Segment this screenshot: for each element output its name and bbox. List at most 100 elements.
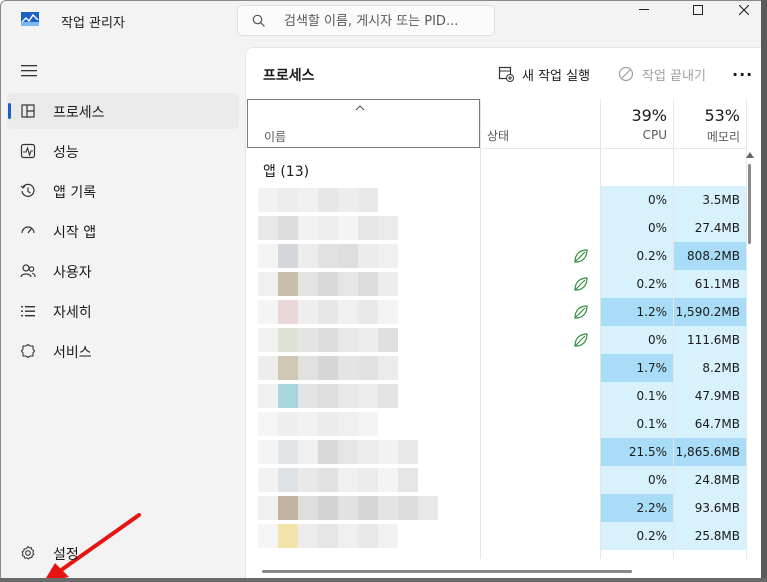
sidebar-item-users[interactable]: 사용자 [7,253,239,289]
more-options-icon: ··· [732,64,754,84]
cpu-cell: 0% [601,214,673,242]
redacted-process-name [258,496,438,520]
cpu-cell: 0% [601,466,673,494]
sidebar-item-startup[interactable]: 시작 앱 [7,213,239,249]
redacted-process-name [258,468,418,492]
redacted-process-name [258,356,398,380]
run-new-task-button[interactable]: 새 작업 실행 [498,62,590,86]
redacted-process-name [258,216,398,240]
sidebar-item-details[interactable]: 자세히 [7,293,239,329]
sidebar-item-settings[interactable]: 설정 [7,535,239,571]
app-history-icon [20,183,35,197]
sidebar-item-label: 시작 앱 [53,225,97,241]
vertical-scroll-thumb[interactable] [748,164,751,244]
table-row[interactable]: 0.2% 25.8MB [246,522,746,550]
hamburger-menu-icon[interactable] [21,65,37,77]
more-options-button[interactable]: ··· [732,62,753,86]
task-manager-app-icon [21,12,39,26]
column-divider [746,99,747,559]
sort-ascending-icon [355,105,365,111]
table-row[interactable]: 0% 3.5MB [246,186,746,214]
table-row[interactable]: 0.1% 64.7MB [246,410,746,438]
redacted-process-name [258,300,398,324]
efficiency-mode-leaf-icon [574,249,588,263]
table-row[interactable]: 1.7% 8.2MB [246,354,746,382]
column-header-cpu[interactable]: CPU [601,128,667,142]
cpu-cell: 0% [601,186,673,214]
settings-gear-icon [21,545,35,560]
memory-cell: 3.5MB [674,186,746,214]
column-name-label: 이름 [264,130,287,144]
cpu-cell: 0.1% [601,382,673,410]
table-row[interactable]: 0% 111.6MB [246,326,746,354]
vertical-scrollbar[interactable] [746,152,754,252]
horizontal-scrollbar[interactable] [262,570,632,573]
memory-cell: 93.6MB [674,494,746,522]
table-row[interactable]: 0.2% 61.1MB [246,270,746,298]
cpu-cell: 1.2% [601,298,673,326]
column-header-memory[interactable]: 메모리 [674,128,740,145]
efficiency-mode-leaf-icon [574,305,588,319]
table-row[interactable]: 1.2% 1,590.2MB [246,298,746,326]
table-row[interactable]: 0% 27.4MB [246,214,746,242]
memory-cell: 47.9MB [674,382,746,410]
memory-cell: 24.8MB [674,466,746,494]
search-input[interactable] [284,11,484,31]
table-row[interactable]: 2.2% 93.6MB [246,494,746,522]
processes-icon [21,104,35,118]
redacted-process-name [258,188,378,212]
efficiency-mode-leaf-icon [574,277,588,291]
redacted-process-name [258,244,398,268]
sidebar-item-label: 설정 [53,547,79,563]
memory-cell: 64.7MB [674,410,746,438]
memory-total-percent: 53% [704,106,740,125]
minimize-button[interactable] [621,1,667,19]
maximize-icon [693,5,703,15]
redacted-process-name [258,384,398,408]
column-header-name[interactable]: 이름 [247,99,480,148]
cpu-cell: 21.5% [601,438,673,466]
window-shadow [761,0,767,582]
table-row[interactable]: 0% 24.8MB [246,466,746,494]
memory-cell: 808.2MB [674,242,746,270]
run-new-task-label: 새 작업 실행 [522,68,591,84]
table-row[interactable]: 0.1% 47.9MB [246,382,746,410]
cpu-cell: 0.1% [601,410,673,438]
column-header-status[interactable]: 상태 [487,127,509,144]
cpu-total-percent: 39% [631,106,667,125]
window-shadow [0,578,767,582]
scroll-up-icon[interactable] [746,152,754,158]
memory-cell: 25.8MB [674,522,746,550]
page-title: 프로세스 [263,68,315,84]
end-task-icon [618,66,634,82]
maximize-button[interactable] [675,1,721,19]
redacted-process-name [258,412,378,436]
search-box[interactable] [237,5,495,36]
memory-cell: 61.1MB [674,270,746,298]
sidebar-item-performance[interactable]: 성능 [7,133,239,169]
sidebar-item-label: 앱 기록 [53,185,97,201]
search-icon [252,14,265,27]
sidebar-item-processes[interactable]: 프로세스 [7,93,239,129]
header-divider [481,148,746,149]
table-row[interactable]: 21.5% 1,865.6MB [246,438,746,466]
redacted-process-name [258,272,398,296]
sidebar-item-label: 성능 [53,145,79,161]
window-title: 작업 관리자 [61,16,125,31]
sidebar-item-label: 자세히 [53,305,92,321]
sidebar-item-label: 프로세스 [53,105,105,121]
processes-panel: 프로세스 새 작업 실행 작업 끝내기 ··· 이름 상태 39% CPU 53… [245,47,762,581]
sidebar-item-services[interactable]: 서비스 [7,333,239,369]
redacted-process-name [258,524,398,548]
table-row[interactable]: 0.2% 808.2MB [246,242,746,270]
apps-group-header[interactable]: 앱 (13) [263,161,309,181]
end-task-button[interactable]: 작업 끝내기 [618,62,706,86]
end-task-label: 작업 끝내기 [642,68,706,84]
cpu-cell: 0% [601,326,673,354]
minimize-icon [639,9,649,10]
details-icon [21,306,35,317]
sidebar-item-app-history[interactable]: 앱 기록 [7,173,239,209]
memory-cell: 8.2MB [674,354,746,382]
active-indicator [8,103,11,119]
new-task-icon [498,66,514,82]
